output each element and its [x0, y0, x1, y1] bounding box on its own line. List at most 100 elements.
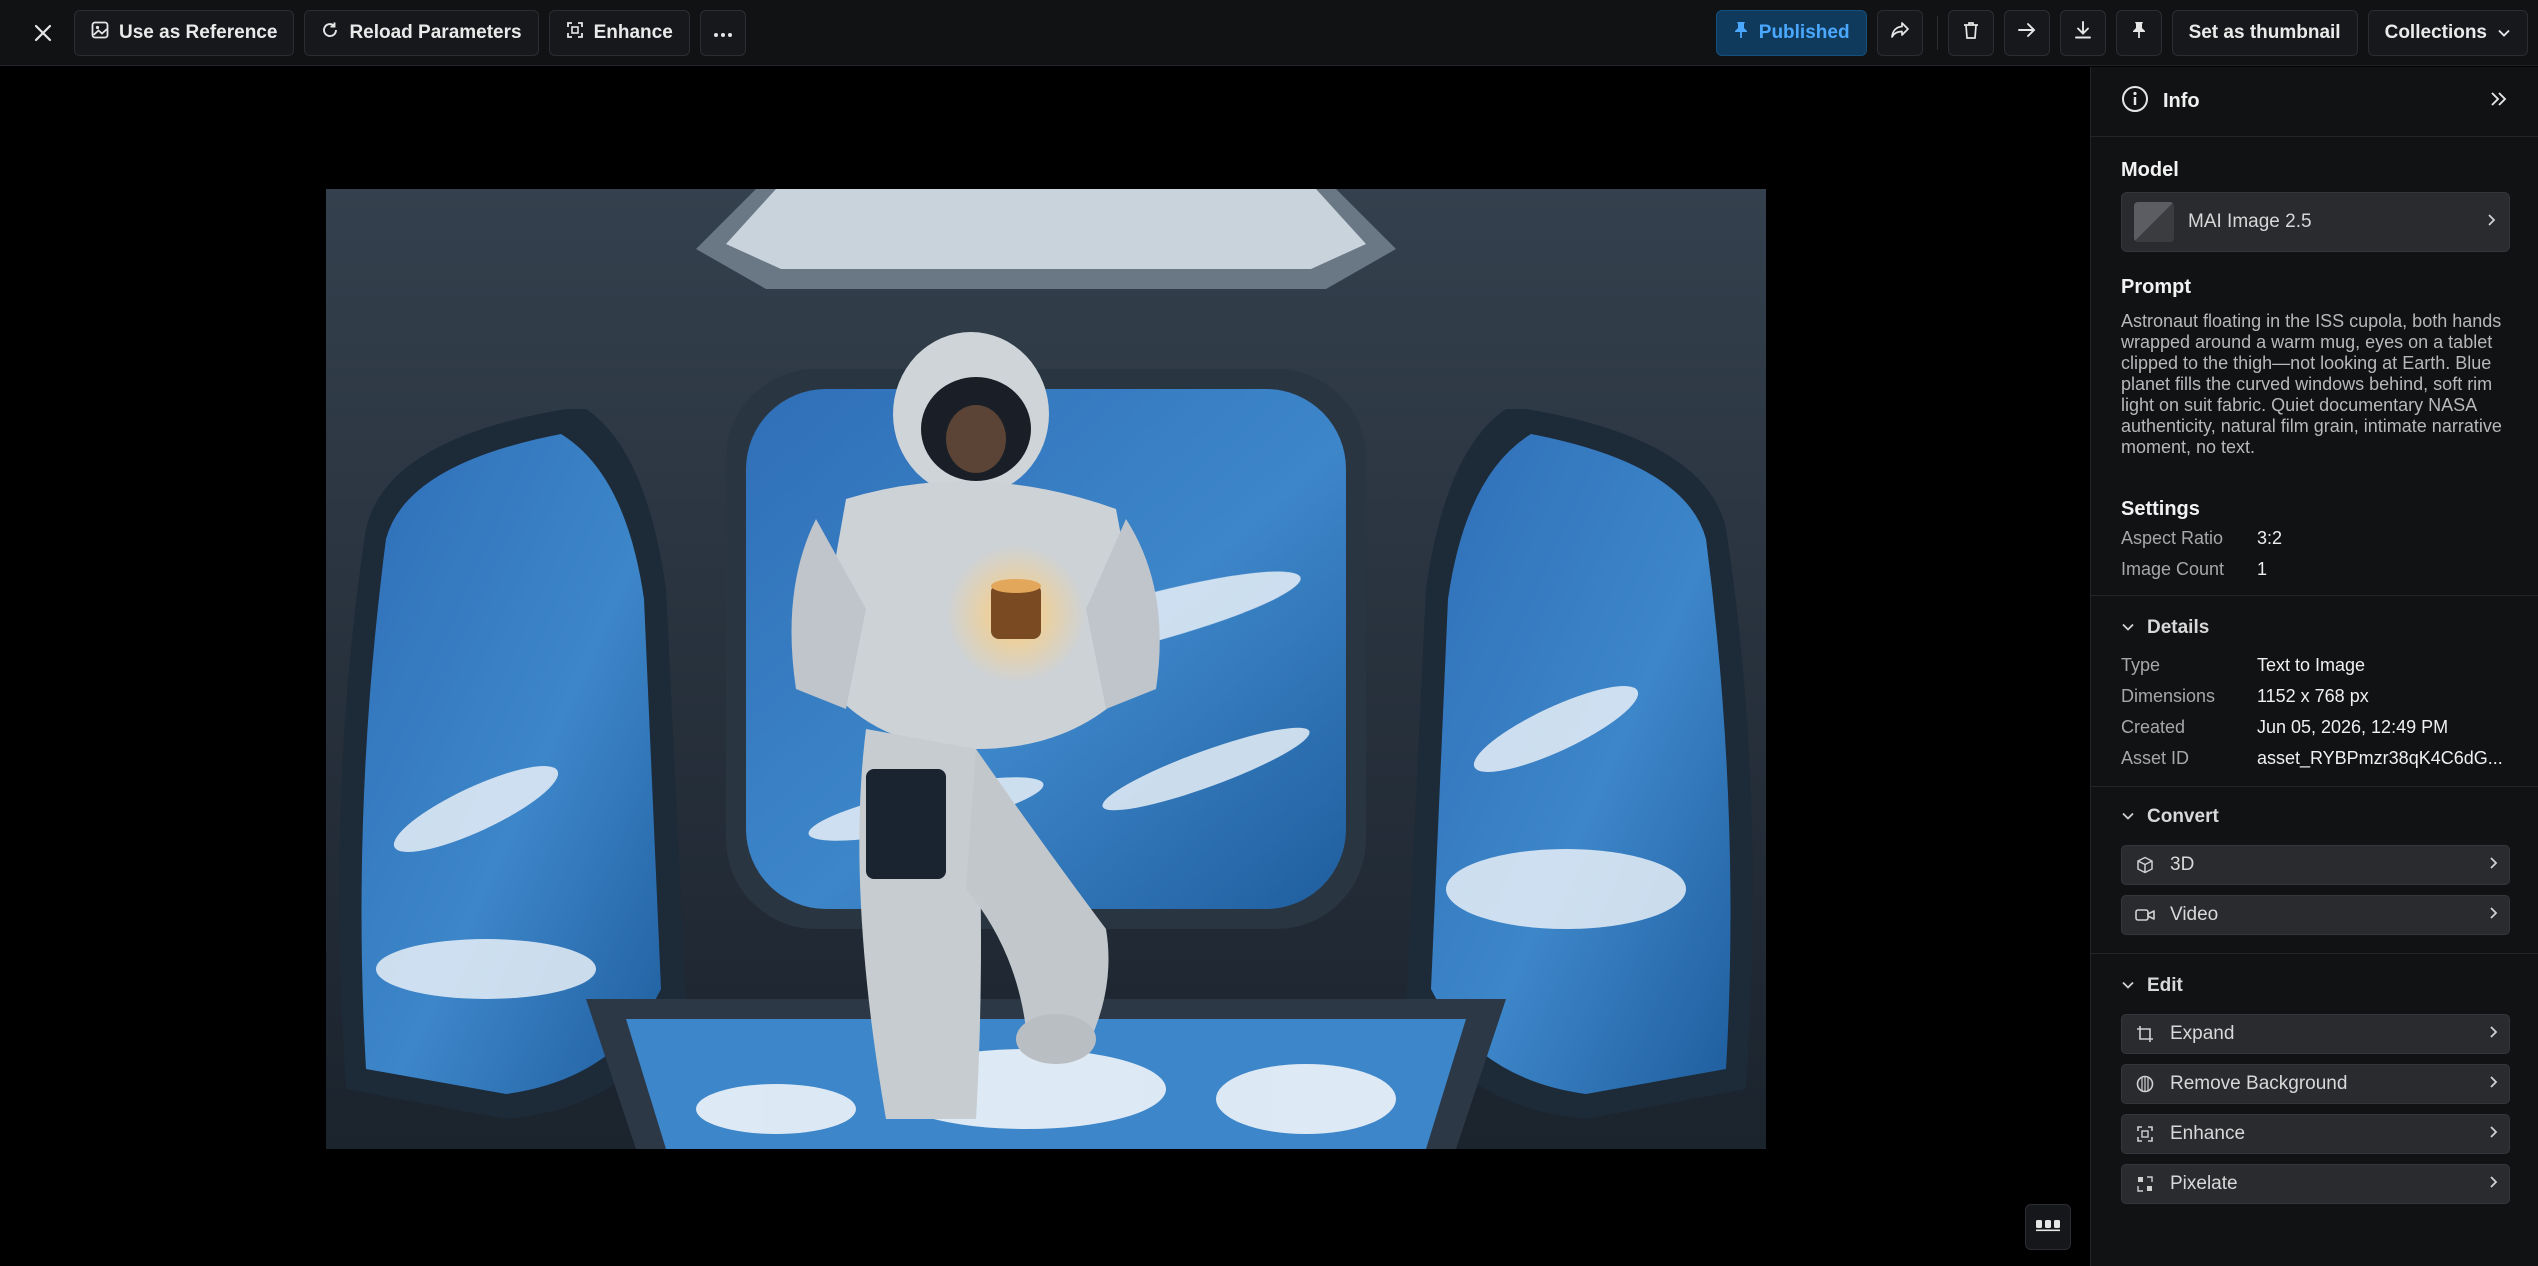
published-button[interactable]: Published	[1715, 9, 1867, 56]
panel-header: Info	[2091, 67, 2538, 137]
chevron-down-icon	[2121, 619, 2135, 637]
panel-title: Info	[2163, 90, 2200, 112]
download-button[interactable]	[2059, 9, 2106, 56]
reload-icon	[321, 21, 339, 45]
edit-heading: Edit	[2147, 975, 2183, 996]
set-as-thumbnail-button[interactable]: Set as thumbnail	[2171, 9, 2358, 56]
view-toggle-button[interactable]	[2025, 1204, 2071, 1250]
pin-icon	[1733, 21, 1749, 45]
published-label: Published	[1758, 21, 1850, 43]
chevron-right-icon	[2489, 1125, 2499, 1144]
top-toolbar: Use as Reference Reload Parameters Enhan…	[0, 0, 2538, 66]
chevron-right-icon	[2489, 1175, 2499, 1194]
detail-key: Dimensions	[2121, 686, 2216, 706]
prompt-text: Astronaut floating in the ISS cupola, bo…	[2121, 311, 2502, 457]
details-toggle[interactable]: Details	[2121, 616, 2510, 640]
share-icon	[1890, 21, 1910, 45]
chevron-right-icon	[2487, 213, 2497, 232]
chevron-right-icon	[2489, 1025, 2499, 1044]
model-thumbnail	[2134, 202, 2174, 242]
convert-item-label: Video	[2170, 904, 2219, 925]
double-chevron-right-icon[interactable]	[2490, 91, 2508, 112]
arrow-right-icon	[2017, 22, 2037, 44]
more-horizontal-icon	[713, 22, 733, 44]
view-toggle-icon	[2035, 1218, 2061, 1237]
edit-remove-background-button[interactable]: Remove Background	[2121, 1064, 2510, 1104]
chevron-down-icon	[2121, 977, 2135, 995]
edit-item-label: Enhance	[2170, 1123, 2246, 1144]
model-name: MAI Image 2.5	[2188, 211, 2312, 232]
collections-dropdown[interactable]: Collections	[2367, 9, 2528, 56]
set-as-thumbnail-label: Set as thumbnail	[2188, 21, 2341, 43]
convert-3d-button[interactable]: 3D	[2121, 845, 2510, 885]
asset-id-value[interactable]: asset_RYBPmzr38qK4C6dG...	[2257, 748, 2510, 769]
edit-pixelate-button[interactable]: Pixelate	[2121, 1164, 2510, 1204]
remove-background-icon	[2132, 1071, 2158, 1097]
detail-row: Asset ID asset_RYBPmzr38qK4C6dG...	[2121, 743, 2510, 774]
chevron-right-icon	[2489, 856, 2499, 875]
edit-toggle[interactable]: Edit	[2121, 974, 2510, 998]
pixelate-icon	[2132, 1171, 2158, 1197]
image-canvas	[0, 67, 2090, 1266]
setting-value: 3:2	[2256, 528, 2282, 548]
edit-item-label: Expand	[2170, 1023, 2235, 1044]
image-icon	[91, 21, 109, 45]
setting-row: Image Count 1	[2121, 554, 2510, 585]
info-panel: Info Model MAI Image 2.5 Prompt Astronau…	[2090, 67, 2538, 1266]
model-heading: Model	[2121, 159, 2179, 181]
setting-value: 1	[2256, 559, 2267, 579]
details-heading: Details	[2147, 617, 2210, 638]
use-as-reference-label: Use as Reference	[119, 21, 278, 43]
model-selector[interactable]: MAI Image 2.5	[2121, 192, 2510, 252]
more-options-button[interactable]	[699, 9, 746, 56]
toolbar-divider	[1936, 15, 1938, 50]
detail-value: Jun 05, 2026, 12:49 PM	[2256, 717, 2449, 737]
setting-key: Image Count	[2121, 559, 2225, 579]
download-icon	[2073, 20, 2093, 46]
setting-row: Aspect Ratio 3:2	[2121, 523, 2510, 554]
edit-expand-button[interactable]: Expand	[2121, 1014, 2510, 1054]
detail-key: Type	[2121, 655, 2161, 675]
detail-row: Dimensions 1152 x 768 px	[2121, 681, 2510, 712]
convert-video-button[interactable]: Video	[2121, 895, 2510, 935]
pin-button[interactable]	[2115, 9, 2162, 56]
video-camera-icon	[2132, 902, 2158, 928]
convert-toggle[interactable]: Convert	[2121, 805, 2510, 829]
details-section: Details Type Text to Image Dimensions 11…	[2091, 596, 2538, 786]
detail-row: Type Text to Image	[2121, 650, 2510, 681]
detail-value: 1152 x 768 px	[2256, 686, 2369, 706]
pin-icon	[2131, 21, 2147, 45]
reload-parameters-label: Reload Parameters	[349, 21, 522, 43]
enhance-icon	[2132, 1121, 2158, 1147]
delete-button[interactable]	[1947, 9, 1994, 56]
convert-item-label: 3D	[2170, 854, 2195, 875]
enhance-icon	[566, 21, 584, 45]
close-icon[interactable]	[22, 12, 64, 54]
model-section: Model MAI Image 2.5	[2091, 137, 2538, 252]
move-button[interactable]	[2003, 9, 2050, 56]
chevron-right-icon	[2489, 906, 2499, 925]
info-icon	[2121, 85, 2149, 118]
detail-value: Text to Image	[2256, 655, 2366, 675]
edit-section: Edit Expand Remove Background Enhance Pi…	[2091, 954, 2538, 1204]
chevron-down-icon	[2121, 808, 2135, 826]
chevron-right-icon	[2489, 1075, 2499, 1094]
edit-enhance-button[interactable]: Enhance	[2121, 1114, 2510, 1154]
chevron-down-icon	[2497, 22, 2511, 44]
enhance-button[interactable]: Enhance	[548, 9, 690, 56]
reload-parameters-button[interactable]: Reload Parameters	[304, 9, 539, 56]
setting-key: Aspect Ratio	[2121, 528, 2224, 548]
use-as-reference-button[interactable]: Use as Reference	[74, 9, 295, 56]
share-button[interactable]	[1876, 9, 1923, 56]
settings-section: Settings Aspect Ratio 3:2 Image Count 1	[2091, 458, 2538, 595]
detail-key: Asset ID	[2121, 748, 2190, 768]
convert-heading: Convert	[2147, 806, 2219, 827]
cube-icon	[2132, 852, 2158, 878]
generated-image[interactable]	[326, 189, 1766, 1149]
enhance-label: Enhance	[593, 21, 673, 43]
crop-expand-icon	[2132, 1021, 2158, 1047]
collections-label: Collections	[2384, 21, 2487, 43]
settings-heading: Settings	[2121, 498, 2200, 520]
prompt-section: Prompt Astronaut floating in the ISS cup…	[2091, 252, 2538, 458]
edit-item-label: Pixelate	[2170, 1173, 2238, 1194]
